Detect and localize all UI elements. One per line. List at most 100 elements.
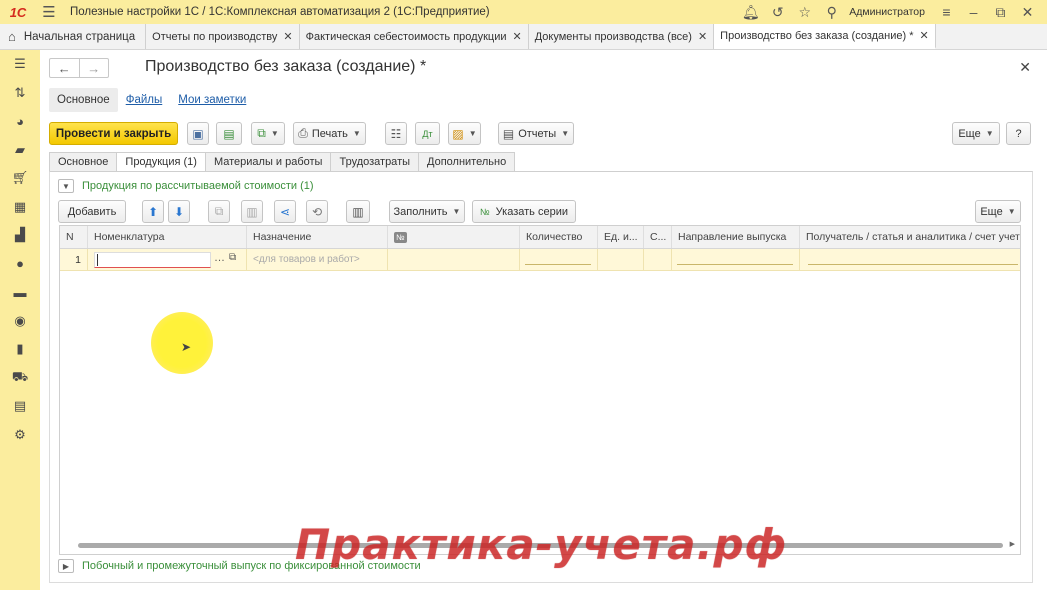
fill-button[interactable]: Заполнить ▼	[389, 200, 465, 223]
compass-icon[interactable]: ◉	[0, 307, 40, 336]
col-recipient[interactable]: Получатель / статья и аналитика / счет у…	[800, 226, 1020, 248]
print-button[interactable]: ⎙ Печать ▼	[293, 122, 366, 145]
col-quantity[interactable]: Количество	[520, 226, 598, 248]
subtab-files[interactable]: Файлы	[118, 88, 171, 112]
table-row[interactable]: 1 … ⧉ <для товаров и работ>	[60, 249, 1020, 271]
bell-icon[interactable]: 🔔︎	[737, 0, 764, 24]
chevron-down-icon[interactable]: ▼	[58, 179, 74, 193]
cell-recipient[interactable]	[800, 249, 1020, 270]
minimize-icon[interactable]: –	[960, 0, 987, 24]
dt-kt-icon: Дт	[422, 128, 433, 139]
bag-icon[interactable]: ▰	[0, 136, 40, 165]
close-tab-icon[interactable]: ✕	[698, 30, 707, 43]
restore-icon[interactable]: ⧉	[987, 0, 1014, 24]
tab-production-no-order[interactable]: Производство без заказа (создание) * ✕	[714, 24, 936, 49]
cell-quantity[interactable]	[520, 249, 598, 270]
factory-icon[interactable]: ▟	[0, 221, 40, 250]
tab-home[interactable]: ⌂ Начальная страница	[0, 24, 147, 49]
cell-purpose[interactable]: <для товаров и работ>	[247, 249, 388, 270]
paste-button[interactable]: ▥	[241, 200, 263, 223]
cell-nomenclature[interactable]: … ⧉	[88, 249, 247, 270]
page-tab-main[interactable]: Основное	[49, 152, 118, 172]
search-icon[interactable]: ⚲	[818, 0, 845, 24]
move-down-button[interactable]: ⬇	[168, 200, 190, 223]
save-button[interactable]: ▣	[187, 122, 209, 145]
structure-button[interactable]: ☷	[385, 122, 407, 145]
col-n[interactable]: N	[60, 226, 88, 248]
tab-label: Фактическая себестоимость продукции	[305, 30, 507, 43]
clear-button[interactable]: ⟲	[306, 200, 328, 223]
cell-series[interactable]	[644, 249, 672, 270]
group-products-title: Продукция по рассчитываемой стоимости (1…	[82, 180, 314, 192]
pie-chart-icon[interactable]: ◕	[0, 107, 40, 136]
bar-chart-icon[interactable]: ▮	[0, 335, 40, 364]
help-button[interactable]: ?	[1006, 122, 1031, 145]
tab-actual-cost[interactable]: Фактическая себестоимость продукции ✕	[300, 24, 529, 49]
forward-arrow-icon[interactable]: →	[80, 59, 109, 77]
subtab-main[interactable]: Основное	[49, 88, 118, 112]
dt-kt-button[interactable]: Дт	[415, 122, 440, 145]
main-menu-icon[interactable]: ☰	[36, 0, 62, 24]
col-unit[interactable]: Ед. и...	[598, 226, 644, 248]
col-series[interactable]: С...	[644, 226, 672, 248]
open-icon[interactable]: ⧉	[229, 252, 236, 263]
chevron-right-icon[interactable]: ▶	[58, 559, 74, 573]
menu-icon[interactable]: ☰	[0, 50, 40, 79]
page-tab-products[interactable]: Продукция (1)	[116, 152, 206, 172]
page-tab-labor[interactable]: Трудозатраты	[330, 152, 420, 172]
close-tab-icon[interactable]: ✕	[919, 29, 928, 42]
number-icon: №	[394, 231, 407, 243]
close-form-icon[interactable]: ✕	[1019, 59, 1031, 76]
add-row-button[interactable]: Добавить	[58, 200, 126, 223]
fill-label: Заполнить	[393, 205, 448, 218]
document-icon[interactable]: ▤	[0, 392, 40, 421]
card-icon[interactable]: ▬	[0, 278, 40, 307]
col-nomenclature[interactable]: Номенклатура	[88, 226, 247, 248]
create-based-on-button[interactable]: ⧉ ▼	[251, 122, 285, 145]
subtab-notes[interactable]: Мои заметки	[170, 88, 254, 112]
back-arrow-icon[interactable]: ←	[50, 59, 80, 77]
table-more-button[interactable]: Еще ▼	[975, 200, 1021, 223]
cell-output-direction[interactable]	[672, 249, 800, 270]
user-name[interactable]: Администратор	[849, 6, 925, 18]
col-number[interactable]: №	[388, 226, 520, 248]
cell-unit[interactable]	[598, 249, 644, 270]
settings-menu-icon[interactable]: ≡	[933, 0, 960, 24]
form-subtabs: Основное Файлы Мои заметки	[49, 88, 254, 112]
move-up-button[interactable]: ⬆	[142, 200, 164, 223]
attachments-button[interactable]: ▨ ▼	[448, 122, 481, 145]
app-logo[interactable]: 1С	[0, 0, 36, 24]
close-window-icon[interactable]: ✕	[1014, 0, 1041, 24]
warehouse-icon[interactable]: ▦	[0, 193, 40, 222]
close-tab-icon[interactable]: ✕	[512, 30, 521, 43]
scroll-right-icon[interactable]: ▶	[1010, 540, 1015, 548]
more-label: Еще	[958, 127, 981, 140]
col-output-direction[interactable]: Направление выпуска	[672, 226, 800, 248]
sort-icon[interactable]: ⇅	[0, 79, 40, 108]
person-icon[interactable]: ●	[0, 250, 40, 279]
page-tab-materials[interactable]: Материалы и работы	[204, 152, 332, 172]
gear-icon[interactable]: ⚙	[0, 421, 40, 450]
copy-row-button[interactable]: ⧉	[208, 200, 230, 223]
tab-production-reports[interactable]: Отчеты по производству ✕	[146, 24, 300, 49]
group-products-header[interactable]: ▼ Продукция по рассчитываемой стоимости …	[58, 178, 314, 194]
reports-button[interactable]: ▤ Отчеты ▼	[498, 122, 574, 145]
star-icon[interactable]: ☆	[791, 0, 818, 24]
close-tab-icon[interactable]: ✕	[283, 30, 292, 43]
col-purpose[interactable]: Назначение	[247, 226, 388, 248]
post-button[interactable]: ▤	[216, 122, 242, 145]
truck-icon[interactable]: ⛟	[0, 364, 40, 393]
post-and-close-button[interactable]: Провести и закрыть	[49, 122, 178, 145]
page-tab-additional[interactable]: Дополнительно	[418, 152, 516, 172]
more-button[interactable]: Еще ▼	[952, 122, 1000, 145]
clip-icon: ▨	[452, 126, 464, 141]
barcode-button[interactable]: ▥	[346, 200, 370, 223]
nomenclature-input[interactable]	[94, 252, 211, 268]
specify-series-button[interactable]: № Указать серии	[472, 200, 576, 223]
tab-production-documents[interactable]: Документы производства (все) ✕	[529, 24, 715, 49]
split-button[interactable]: ⋖	[274, 200, 296, 223]
history-icon[interactable]: ↺	[764, 0, 791, 24]
select-ellipsis-icon[interactable]: …	[214, 252, 225, 264]
cart-icon[interactable]: 🛒︎	[0, 164, 40, 193]
cell-number[interactable]	[388, 249, 520, 270]
